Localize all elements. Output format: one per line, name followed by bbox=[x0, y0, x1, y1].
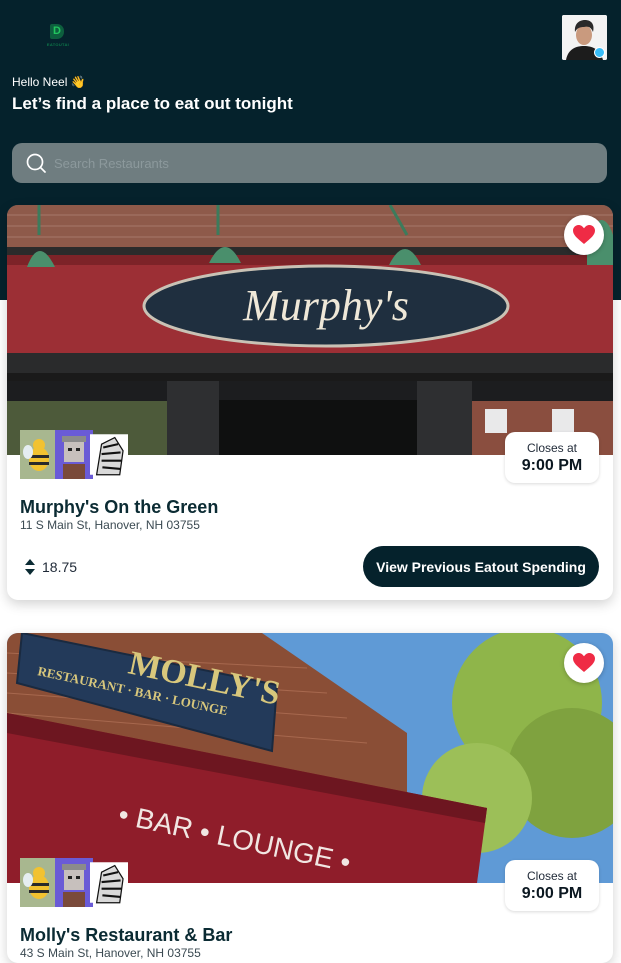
closes-time: 9:00 PM bbox=[521, 885, 583, 902]
pixel-face-nft-icon bbox=[55, 430, 93, 479]
nft-avatars bbox=[20, 858, 136, 907]
heart-icon bbox=[573, 653, 595, 672]
bee-nft-icon bbox=[20, 430, 58, 479]
restaurant-name[interactable]: Murphy's On the Green bbox=[20, 497, 218, 518]
closing-time-badge: Closes at 9:00 PM bbox=[505, 860, 599, 911]
pixel-face-nft-icon bbox=[55, 858, 93, 907]
zebra-nft-icon bbox=[90, 434, 128, 476]
restaurant-photo: MOLLY'S RESTAURANT · BAR · LOUNGE • BAR … bbox=[7, 633, 613, 883]
restaurant-address: 11 S Main St, Hanover, NH 03755 bbox=[20, 518, 200, 532]
nft-avatars bbox=[20, 430, 136, 479]
price-sort-icon bbox=[25, 559, 35, 575]
verified-badge-icon bbox=[594, 47, 605, 58]
closing-time-badge: Closes at 9:00 PM bbox=[505, 432, 599, 483]
search-icon bbox=[26, 153, 46, 173]
closes-time: 9:00 PM bbox=[521, 457, 583, 474]
favorite-button[interactable] bbox=[564, 215, 604, 255]
closes-label: Closes at bbox=[526, 441, 578, 455]
price-value: 18.75 bbox=[42, 559, 78, 575]
restaurant-name[interactable]: Molly's Restaurant & Bar bbox=[20, 925, 232, 946]
zebra-nft-icon bbox=[90, 862, 128, 904]
favorite-button[interactable] bbox=[564, 643, 604, 683]
restaurant-card[interactable]: Murphy's Closes at 9:00 PM Murphy's On t… bbox=[7, 205, 613, 600]
view-spending-button[interactable]: View Previous Eatout Spending bbox=[363, 546, 599, 587]
restaurant-card[interactable]: MOLLY'S RESTAURANT · BAR · LOUNGE • BAR … bbox=[7, 633, 613, 963]
logo-text: EATOUTAI bbox=[46, 42, 70, 47]
restaurant-photo: Murphy's bbox=[7, 205, 613, 455]
greeting-text: Hello Neel 👋 bbox=[12, 75, 86, 89]
user-avatar[interactable] bbox=[562, 15, 607, 60]
logo-mark-icon: D bbox=[50, 24, 64, 39]
app-logo[interactable]: D EATOUTAI bbox=[38, 24, 78, 52]
closes-label: Closes at bbox=[526, 869, 578, 883]
restaurant-address: 43 S Main St, Hanover, NH 03755 bbox=[20, 946, 201, 960]
bee-nft-icon bbox=[20, 858, 58, 907]
page-title: Let’s find a place to eat out tonight bbox=[12, 94, 293, 113]
sign-text: Murphy's bbox=[242, 281, 409, 330]
search-input[interactable] bbox=[54, 143, 594, 183]
search-bar[interactable] bbox=[12, 143, 607, 183]
heart-icon bbox=[573, 225, 595, 244]
